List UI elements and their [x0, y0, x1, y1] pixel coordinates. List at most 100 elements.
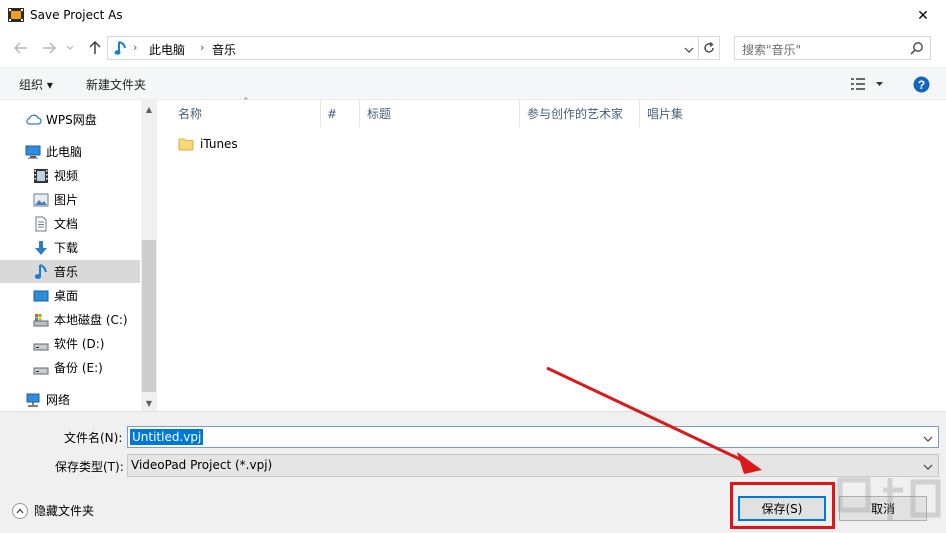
organize-menu[interactable]: 组织 ▾ — [19, 76, 53, 93]
filetype-value: VideoPad Project (*.vpj) — [131, 458, 273, 472]
filename-dropdown-button[interactable] — [923, 432, 933, 446]
hide-folders-label: 隐藏文件夹 — [34, 504, 95, 518]
cloud-icon — [25, 112, 42, 128]
filetype-label: 保存类型(T): — [55, 460, 124, 474]
column-header-label: 名称 — [178, 107, 203, 121]
nav-item-label: 备份 (E:) — [54, 361, 103, 375]
drive-icon — [33, 336, 49, 352]
chevron-down-icon — [66, 45, 74, 50]
nav-item-network[interactable]: 网络 — [0, 388, 140, 411]
file-name: iTunes — [200, 137, 238, 151]
network-icon — [25, 392, 41, 408]
nav-item-videos[interactable]: 视频 — [0, 164, 140, 187]
address-dropdown-button[interactable] — [684, 43, 694, 57]
nav-item-this-pc[interactable]: 此电脑 — [0, 140, 140, 163]
svg-text:?: ? — [918, 78, 925, 92]
column-header-label: # — [327, 106, 338, 121]
save-form: 文件名(N): Untitled.vpj 保存类型(T): VideoPad P… — [0, 411, 946, 533]
filetype-dropdown-button[interactable] — [923, 460, 933, 474]
nav-item-label: 图片 — [54, 193, 79, 207]
forward-button[interactable] — [40, 40, 58, 56]
file-list: 名称 ⌃ # 标题 参与创作的艺术家 唱片集 iTunes — [158, 97, 946, 411]
scroll-down-arrow-icon[interactable]: ▼ — [144, 398, 154, 408]
nav-item-desktop[interactable]: 桌面 — [0, 284, 140, 307]
command-toolbar: 组织 ▾ 新建文件夹 ? — [0, 67, 946, 100]
up-button[interactable] — [86, 40, 104, 56]
column-header-number[interactable]: # — [321, 100, 360, 127]
music-icon — [33, 263, 49, 280]
refresh-icon — [704, 42, 714, 53]
videopad-app-icon — [8, 7, 24, 23]
refresh-button[interactable] — [699, 36, 720, 60]
nav-item-label: 音乐 — [54, 265, 79, 279]
nav-item-wps-cloud[interactable]: WPS网盘 — [0, 108, 140, 131]
up-arrow-icon — [89, 41, 101, 54]
document-icon — [33, 216, 49, 232]
chevron-down-icon — [684, 47, 694, 53]
save-button[interactable]: 保存(S) — [738, 496, 826, 521]
nav-scrollbar[interactable]: ▲ ▼ — [141, 100, 157, 411]
column-header-title[interactable]: 标题 — [360, 100, 520, 127]
list-item[interactable]: iTunes — [178, 134, 238, 154]
search-input[interactable]: 搜索"音乐" — [734, 36, 931, 60]
nav-item-label: 桌面 — [54, 289, 79, 303]
desktop-icon — [33, 288, 49, 304]
nav-item-drive-c[interactable]: 本地磁盘 (C:) — [0, 308, 140, 331]
nav-item-music[interactable]: 音乐 — [0, 260, 140, 283]
scroll-up-arrow-icon[interactable]: ▲ — [144, 104, 154, 114]
filename-label: 文件名(N): — [64, 431, 123, 445]
nav-item-label: 此电脑 — [46, 145, 83, 159]
help-button[interactable]: ? — [913, 76, 930, 96]
column-header-label: 唱片集 — [647, 107, 684, 121]
nav-item-label: 本地磁盘 (C:) — [54, 313, 128, 327]
sort-ascending-icon: ⌃ — [242, 97, 250, 107]
help-icon: ? — [913, 76, 930, 93]
pictures-icon — [33, 192, 49, 208]
filetype-select[interactable]: VideoPad Project (*.vpj) — [127, 454, 939, 477]
filename-value: Untitled.vpj — [130, 429, 204, 445]
music-icon — [114, 40, 128, 59]
search-icon[interactable] — [910, 41, 924, 58]
column-header-label: 参与创作的艺术家 — [527, 107, 624, 121]
hide-folders-button[interactable]: 隐藏文件夹 — [12, 502, 94, 519]
title-bar: Save Project As ✕ — [0, 0, 946, 31]
download-icon — [33, 240, 49, 256]
breadcrumb-music[interactable]: 音乐 — [212, 41, 236, 58]
breadcrumb-this-pc[interactable]: 此电脑 — [149, 41, 185, 58]
breadcrumb-separator-icon: › — [133, 41, 138, 54]
nav-item-label: WPS网盘 — [46, 113, 97, 127]
video-icon — [33, 168, 49, 184]
window-title: Save Project As — [30, 8, 123, 22]
folder-icon — [178, 138, 194, 151]
nav-item-downloads[interactable]: 下载 — [0, 236, 140, 259]
search-placeholder: 搜索"音乐" — [742, 43, 802, 57]
nav-item-label: 视频 — [54, 169, 79, 183]
nav-item-documents[interactable]: 文档 — [0, 212, 140, 235]
breadcrumb-separator-icon: › — [200, 41, 205, 54]
new-folder-button[interactable]: 新建文件夹 — [86, 76, 146, 93]
nav-item-drive-e[interactable]: 备份 (E:) — [0, 356, 140, 379]
nav-item-label: 软件 (D:) — [54, 337, 105, 351]
address-bar[interactable]: › 此电脑 › 音乐 — [107, 36, 699, 60]
column-header-artist[interactable]: 参与创作的艺术家 — [520, 100, 640, 127]
close-icon: ✕ — [917, 7, 929, 24]
chevron-down-icon — [923, 464, 933, 470]
scrollbar-thumb[interactable] — [142, 240, 156, 392]
details-view-icon — [851, 78, 883, 90]
filename-field[interactable]: Untitled.vpj — [127, 426, 939, 448]
cancel-button[interactable]: 取消 — [839, 496, 927, 521]
nav-item-label: 下载 — [54, 241, 79, 255]
nav-item-label: 文档 — [54, 217, 79, 231]
column-header-album[interactable]: 唱片集 — [640, 100, 740, 127]
column-header-name[interactable]: 名称 ⌃ — [158, 97, 321, 127]
drive-icon — [33, 312, 49, 328]
recent-locations-button[interactable] — [64, 40, 76, 56]
close-button[interactable]: ✕ — [900, 0, 946, 31]
forward-arrow-icon — [43, 42, 56, 54]
back-button[interactable] — [12, 40, 30, 56]
nav-item-drive-d[interactable]: 软件 (D:) — [0, 332, 140, 355]
computer-icon — [25, 144, 41, 160]
chevron-up-icon — [12, 502, 28, 519]
view-options-button[interactable] — [850, 77, 884, 94]
nav-item-pictures[interactable]: 图片 — [0, 188, 140, 211]
